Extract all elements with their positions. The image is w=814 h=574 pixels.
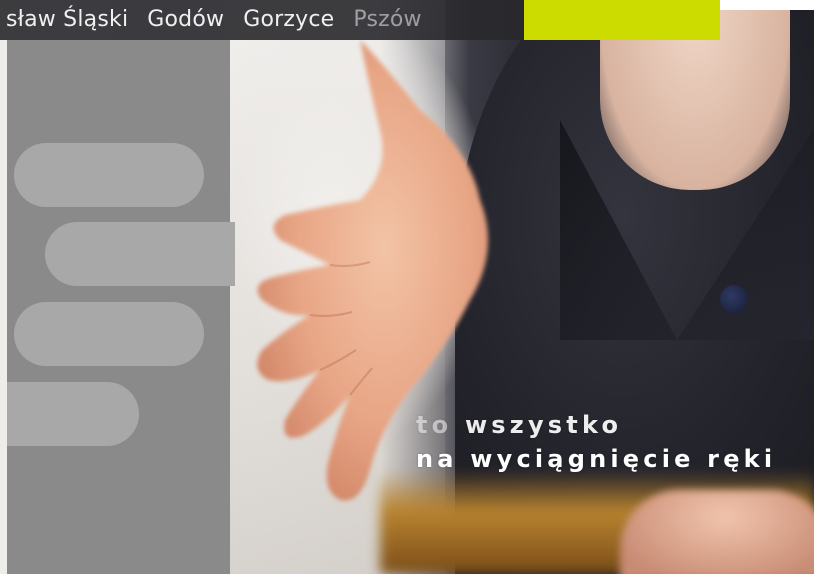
side-menu-item-2[interactable]: [45, 222, 235, 286]
tagline-word-wszystko: wszystko: [464, 411, 623, 439]
side-menu-item-1[interactable]: [14, 143, 204, 207]
tagline-word-to: to: [416, 411, 453, 439]
accent-block: [524, 0, 720, 40]
top-navigation: sław Śląski Godów Gorzyce Pszów: [0, 0, 524, 40]
nav-link-gorzyce[interactable]: Gorzyce: [243, 0, 334, 40]
nav-link-godow[interactable]: Godów: [147, 0, 224, 40]
tagline-line-1: to wszystko: [416, 408, 776, 442]
side-menu-item-4[interactable]: [7, 382, 139, 446]
tagline-line-2: na wyciągnięcie ręki: [416, 445, 777, 473]
nav-link-pszow[interactable]: Pszów: [353, 0, 421, 40]
tagline: to wszystko na wyciągnięcie ręki: [416, 408, 776, 476]
nav-link-wodzislaw-slaski[interactable]: sław Śląski: [6, 0, 128, 40]
side-menu-item-3[interactable]: [14, 302, 204, 366]
top-white-strip: [720, 0, 814, 10]
